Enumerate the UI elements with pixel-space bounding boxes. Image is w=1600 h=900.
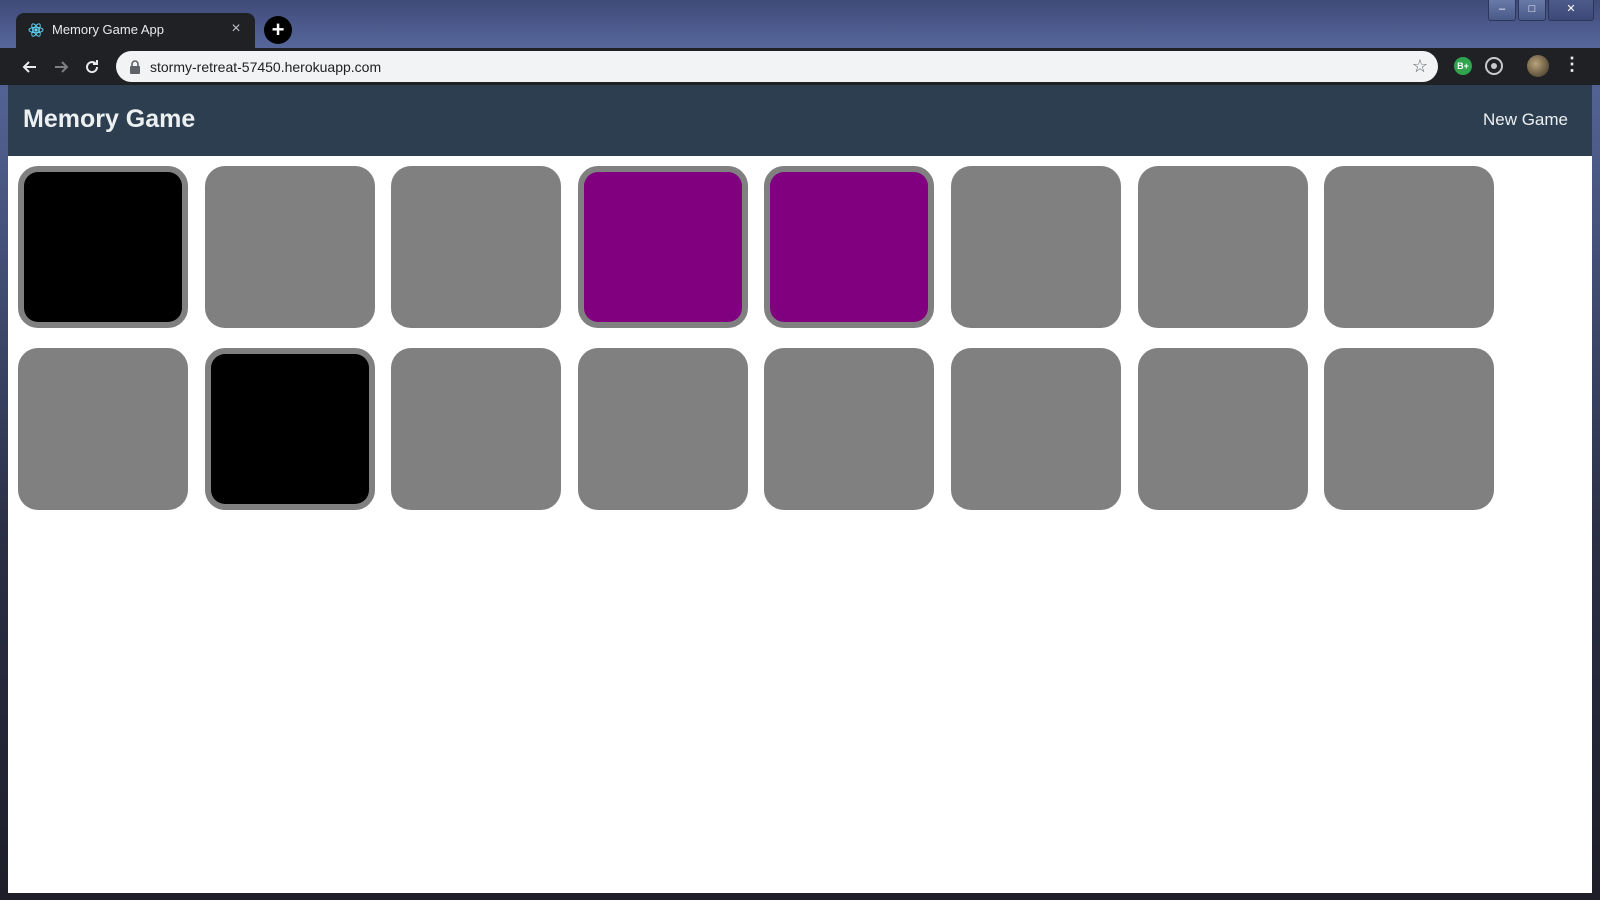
page-title: Memory Game	[23, 105, 196, 133]
memory-card-r1c1[interactable]	[18, 166, 188, 328]
profile-avatar[interactable]	[1527, 55, 1549, 77]
window-controls: – □ ✕	[1486, 0, 1594, 22]
memory-card-r2c6[interactable]	[951, 348, 1121, 510]
memory-card-r2c8[interactable]	[1324, 348, 1494, 510]
react-logo-icon	[28, 23, 44, 37]
memory-card-r1c2[interactable]	[205, 166, 375, 328]
memory-card-r1c8[interactable]	[1324, 166, 1494, 328]
extension-b-icon[interactable]: B+	[1454, 57, 1472, 75]
address-bar[interactable]: stormy-retreat-57450.herokuapp.com ☆	[116, 51, 1438, 82]
memory-card-r1c5[interactable]	[764, 166, 934, 328]
memory-card-r2c1[interactable]	[18, 348, 188, 510]
memory-card-r1c7[interactable]	[1138, 166, 1308, 328]
url-text: stormy-retreat-57450.herokuapp.com	[150, 59, 382, 75]
card-face	[211, 354, 369, 504]
memory-card-r2c3[interactable]	[391, 348, 561, 510]
new-game-button[interactable]: New Game	[1483, 110, 1568, 130]
card-face	[24, 172, 182, 322]
page-viewport: Memory Game New Game	[8, 85, 1592, 893]
close-window-button[interactable]: ✕	[1548, 0, 1594, 21]
reload-icon[interactable]	[78, 53, 106, 81]
tab-close-icon[interactable]: ×	[227, 20, 245, 38]
browser-tab-strip: Memory Game App × + – □ ✕	[0, 0, 1600, 48]
browser-toolbar: stormy-retreat-57450.herokuapp.com ☆ B+ …	[0, 48, 1600, 85]
app-header: Memory Game New Game	[8, 85, 1592, 156]
lock-icon	[130, 60, 140, 74]
extension-target-icon[interactable]	[1485, 57, 1503, 75]
memory-card-r1c3[interactable]	[391, 166, 561, 328]
card-face	[770, 172, 928, 322]
minimize-button[interactable]: –	[1488, 0, 1516, 21]
maximize-button[interactable]: □	[1518, 0, 1546, 21]
memory-card-r2c7[interactable]	[1138, 348, 1308, 510]
forward-arrow-icon[interactable]	[47, 53, 75, 81]
memory-card-r2c5[interactable]	[764, 348, 934, 510]
memory-card-r2c4[interactable]	[578, 348, 748, 510]
memory-card-r2c2[interactable]	[205, 348, 375, 510]
bookmark-star-icon[interactable]: ☆	[1412, 56, 1428, 77]
card-face	[584, 172, 742, 322]
tab-title: Memory Game App	[52, 22, 164, 37]
kebab-menu-icon[interactable]: ⋮	[1563, 54, 1581, 75]
new-tab-button[interactable]: +	[264, 16, 292, 44]
memory-card-r1c6[interactable]	[951, 166, 1121, 328]
browser-tab[interactable]: Memory Game App ×	[16, 13, 255, 48]
back-arrow-icon[interactable]	[16, 53, 44, 81]
memory-card-r1c4[interactable]	[578, 166, 748, 328]
